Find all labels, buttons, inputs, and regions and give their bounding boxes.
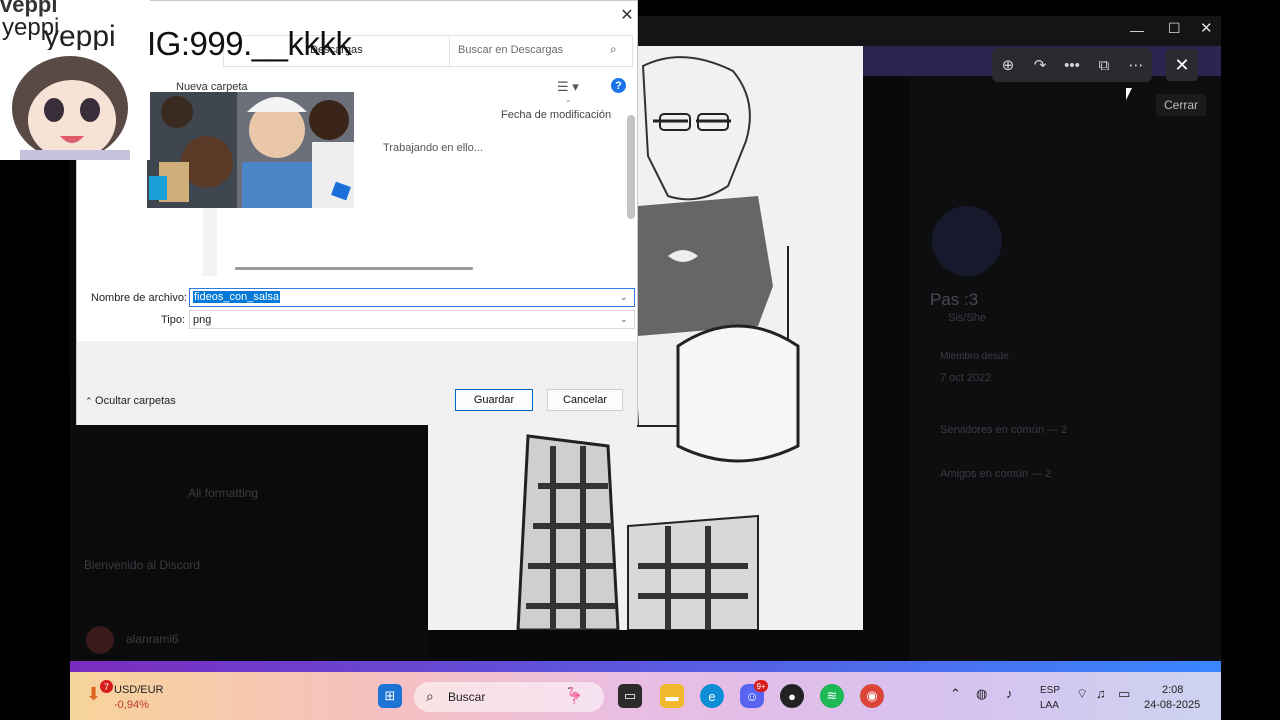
edge-browser-icon[interactable]: e [700,684,724,708]
loading-text: Trabajando en ello... [383,142,483,154]
filename-label: Nombre de archivo: [91,292,187,304]
battery-icon[interactable]: ▭ [1118,686,1130,702]
chrome-icon[interactable]: ◉ [860,684,884,708]
chevron-down-icon[interactable]: ⌄ [620,314,628,325]
language-bottom: LAA [1040,700,1059,711]
column-header-date[interactable]: Fecha de modificación [501,109,611,121]
profile-name: Pas :3 [930,290,979,309]
window-bottom-border [70,661,1221,672]
dialog-close-icon[interactable]: ✕ [619,5,635,25]
spotify-icon[interactable]: ≋ [820,684,844,708]
view-options-icon[interactable]: ☰ ▾ [557,79,579,95]
close-tooltip: Cerrar [1156,94,1206,116]
profile-pronouns: Sis/She [948,312,986,324]
channel-item-formatting[interactable]: All formatting [188,486,258,500]
avatar[interactable] [86,626,114,654]
sticker-text-3: yeppi [44,20,116,53]
widget-badge: 7 [100,680,113,693]
search-icon: ⌕ [610,42,617,56]
network-status-icon[interactable]: ◍ [976,686,987,702]
search-input[interactable]: Buscar en Descargas ⌕ [449,35,633,67]
open-external-icon[interactable]: ⧉ [1088,49,1120,81]
anime-sticker: veppi yeppi yeppi [0,0,150,160]
widget-value: -0,94% [114,699,149,711]
dialog-footer: ⌃ Ocultar carpetas Guardar Cancelar [77,341,637,425]
clock-time[interactable]: 2:08 [1162,684,1183,696]
viewer-toolbar: ⊕ ↷ ••• ⧉ ⋯ [992,48,1152,82]
hide-folders-toggle[interactable]: ⌃ Ocultar carpetas [85,395,176,407]
discord-logo-icon [932,206,1002,276]
minimize-icon[interactable]: — [1130,22,1144,38]
member-since-value: 7 oct 2022 [940,372,992,384]
friends-in-common[interactable]: Amigos en común — 2 [940,468,1051,480]
discord-badge: 9+ [754,680,768,692]
volume-icon[interactable]: ♫ [1096,686,1106,701]
close-viewer-button[interactable]: ✕ [1166,49,1198,81]
save-button[interactable]: Guardar [455,389,533,411]
type-label: Tipo: [161,314,186,326]
tray-overflow-icon[interactable]: ⌃ [950,686,961,702]
cancel-button[interactable]: Cancelar [547,389,623,411]
filename-field[interactable]: fideos_con_salsa ⌄ [189,288,635,307]
sort-caret-icon: ⌃ [565,99,572,108]
microphone-icon[interactable]: ♪ [1006,686,1013,701]
servers-in-common[interactable]: Servidores en común — 2 [940,424,1067,436]
chevron-down-icon[interactable]: ⌄ [620,292,628,303]
mouse-cursor-icon [1126,88,1132,100]
filename-value: fideos_con_salsa [193,291,281,303]
search-placeholder: Buscar en Descargas [458,44,564,56]
file-explorer-icon[interactable]: ▬ [660,684,684,708]
search-icon: ⌕ [426,688,434,704]
rotate-icon[interactable]: ↷ [1024,49,1056,81]
flamingo-decoration-icon: 🦩 [564,688,584,705]
user-name: alanrami6 [126,632,179,646]
widget-label[interactable]: USD/EUR [114,684,164,696]
task-view-icon[interactable]: ▭ [618,684,642,708]
member-since-label: Miembro desde [940,351,1009,362]
chart-down-icon: ⬇ [86,684,102,704]
file-type-value: png [193,314,212,326]
language-top[interactable]: ESP [1040,685,1060,696]
help-icon[interactable]: ? [611,78,626,93]
horizontal-scrollbar[interactable] [235,267,473,270]
more-dots-icon[interactable]: ••• [1056,49,1088,81]
hide-folders-label: Ocultar carpetas [95,395,176,407]
obs-app-icon[interactable]: ● [780,684,804,708]
zoom-in-icon[interactable]: ⊕ [992,49,1024,81]
close-window-icon[interactable]: ✕ [1200,19,1213,37]
close-icon: ✕ [1174,54,1190,75]
more-options-icon[interactable]: ⋯ [1120,49,1152,81]
chevron-up-icon: ⌃ [85,396,96,406]
taskbar: ⬇ 7 USD/EUR -0,94% ⊞ ⌕ Buscar 🦩 ▭ ▬ e ☺ … [70,672,1221,720]
instagram-watermark: IG:999.__kkkk [147,25,352,62]
reaction-meme-image [147,92,354,208]
clock-date[interactable]: 24-08-2025 [1144,699,1200,711]
taskbar-search-label: Buscar [448,690,486,704]
file-type-select[interactable]: png ⌄ [189,310,635,329]
profile-panel: Pas :3 Sis/She Miembro desde 7 oct 2022 … [910,76,1221,661]
maximize-icon[interactable]: ☐ [1168,20,1181,37]
windows-start-icon[interactable]: ⊞ [378,684,402,708]
vertical-scrollbar[interactable] [627,115,635,219]
status-text: Bienvenido al Discord [84,558,201,572]
taskbar-search[interactable]: ⌕ Buscar 🦩 [414,682,604,712]
wifi-icon[interactable]: ⌔ [1076,686,1088,702]
